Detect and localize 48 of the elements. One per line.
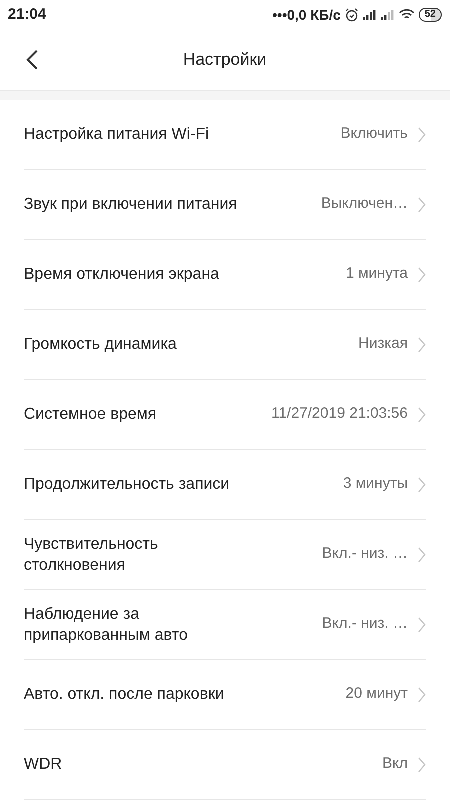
settings-row[interactable]: Чувствительность столкновения Вкл.- низ. … — [24, 520, 426, 590]
chevron-icon — [418, 616, 426, 632]
setting-value: Включить — [340, 124, 408, 144]
status-time: 21:04 — [8, 4, 46, 25]
setting-label: Звук при включении питания — [24, 195, 238, 215]
chevron-icon — [418, 546, 426, 562]
setting-label: Наблюдение за припаркованным авто — [24, 604, 189, 646]
settings-row[interactable]: Звук при включении питания Выключен… — [24, 170, 426, 240]
settings-row[interactable]: Продолжительность записи 3 минуты — [24, 450, 426, 520]
setting-label: Время отключения экрана — [24, 265, 220, 285]
chevron-icon — [418, 406, 426, 422]
battery-icon: 52 — [418, 8, 442, 22]
wifi-icon — [398, 9, 415, 21]
settings-row[interactable]: WDR Вкл — [24, 730, 426, 800]
setting-value: Вкл.- низ. … — [322, 614, 408, 634]
setting-value: 3 минуты — [343, 474, 408, 494]
setting-value: 1 минута — [346, 264, 408, 284]
setting-label: Настройка питания Wi-Fi — [24, 125, 210, 145]
setting-label: Громкость динамика — [24, 335, 177, 355]
chevron-icon — [418, 196, 426, 212]
chevron-icon — [418, 266, 426, 282]
setting-value: 11/27/2019 21:03:56 — [271, 404, 408, 424]
chevron-icon — [418, 476, 426, 492]
setting-label: WDR — [24, 755, 62, 775]
page-title: Настройки — [183, 49, 267, 72]
setting-label: Авто. откл. после парковки — [24, 685, 224, 705]
settings-row[interactable]: Настройка питания Wi-Fi Включить — [24, 100, 426, 170]
setting-value: Низкая — [358, 334, 408, 354]
setting-label: Чувствительность столкновения — [24, 534, 160, 576]
setting-value: Выключен… — [321, 194, 408, 214]
setting-value: Вкл — [382, 754, 408, 774]
chevron-icon — [418, 336, 426, 352]
setting-label: Системное время — [24, 405, 157, 425]
signal-icon — [380, 10, 395, 20]
signal-icon — [362, 10, 377, 20]
settings-row[interactable]: Наблюдение за припаркованным авто Вкл.- низ. … — [24, 590, 426, 660]
settings-row[interactable]: Системное время 11/27/2019 21:03:56 — [24, 380, 426, 450]
chevron-icon — [418, 126, 426, 142]
network-speed: •••0,0 КБ/с — [272, 6, 341, 24]
chevron-icon — [418, 756, 426, 772]
setting-value: 20 минут — [346, 684, 408, 704]
chevron-icon — [418, 686, 426, 702]
alarm-icon — [344, 8, 359, 22]
setting-value: Вкл.- низ. … — [322, 544, 408, 564]
settings-row[interactable]: Авто. откл. после парковки 20 минут — [24, 660, 426, 730]
settings-row[interactable]: Громкость динамика Низкая — [24, 310, 426, 380]
settings-row[interactable]: Время отключения экрана 1 минута — [24, 240, 426, 310]
setting-label: Продолжительность записи — [24, 475, 230, 495]
